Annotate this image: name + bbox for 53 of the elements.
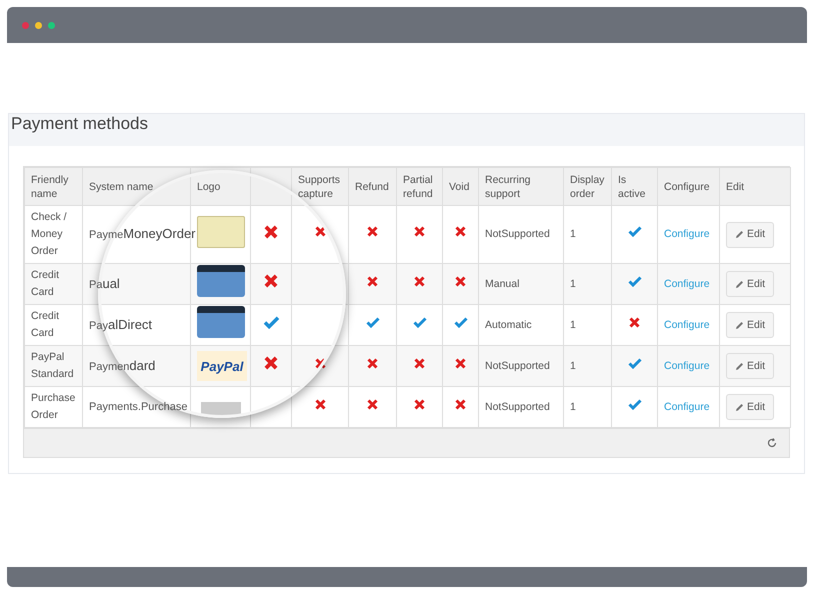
system-name-fragment: ual (102, 276, 120, 290)
refresh-icon[interactable] (767, 438, 777, 448)
system-name-fragment: Pa (89, 278, 102, 290)
recurring-support: NotSupported (485, 400, 550, 412)
column-header: Is active (618, 174, 646, 200)
friendly-name: Check / Money Order (31, 211, 67, 257)
credit-card-logo-picture (197, 306, 245, 338)
recurring-support: Automatic (485, 318, 532, 330)
friendly-name: Purchase Order (31, 392, 76, 421)
column-header: Logo (197, 180, 220, 192)
check-logo-picture (197, 216, 245, 248)
pencil-icon (735, 280, 744, 288)
display-order: 1 (570, 278, 576, 290)
pencil-icon (735, 402, 744, 412)
panel-title: Payment methods (11, 114, 148, 134)
edit-button[interactable]: Edit (726, 222, 774, 248)
friendly-name: PayPal Standard (31, 351, 74, 380)
system-name-fragment: Paymen (89, 360, 130, 372)
column-header: Display order (570, 174, 604, 200)
column-header: Void (449, 180, 470, 192)
system-name-fragment: dard (129, 358, 156, 372)
friendly-name: Credit Card (31, 310, 60, 339)
pencil-icon (735, 320, 744, 330)
pencil-icon (735, 362, 744, 370)
pencil-icon (735, 230, 744, 239)
recurring-support: NotSupported (485, 228, 550, 240)
edit-button[interactable]: Edit (726, 312, 774, 338)
paypal-logo: PayPal (197, 351, 247, 381)
system-name-fragment: MoneyOrder (123, 226, 196, 241)
column-header: Refund (355, 180, 389, 192)
credit-card-logo-picture (197, 265, 245, 297)
recurring-support: Manual (485, 278, 520, 290)
column-header: System name (89, 180, 154, 192)
display-order: 1 (570, 318, 576, 330)
system-name-fragment: alDirect (108, 316, 152, 332)
friendly-name: Credit Card (31, 269, 60, 298)
display-order: 1 (570, 400, 576, 412)
column-header: Configure (664, 180, 710, 192)
edit-button[interactable]: Edit (726, 394, 774, 420)
display-order: 1 (570, 360, 576, 372)
recurring-support: NotSupported (485, 360, 550, 372)
column-header: Supports capture (298, 174, 340, 200)
system-name-fragment: Pay (89, 320, 108, 332)
column-header: Partial refund (403, 174, 433, 200)
system-name-fragment: Payments.Purchase (89, 400, 188, 412)
edit-button[interactable]: Edit (726, 353, 774, 379)
system-name-fragment: Payme (89, 229, 124, 241)
column-header: Edit (726, 180, 744, 192)
column-header: Recurring support (485, 174, 531, 200)
logo-picture (200, 402, 240, 416)
column-header: Friendly name (31, 174, 68, 200)
edit-button[interactable]: Edit (726, 271, 774, 297)
display-order: 1 (570, 228, 576, 240)
